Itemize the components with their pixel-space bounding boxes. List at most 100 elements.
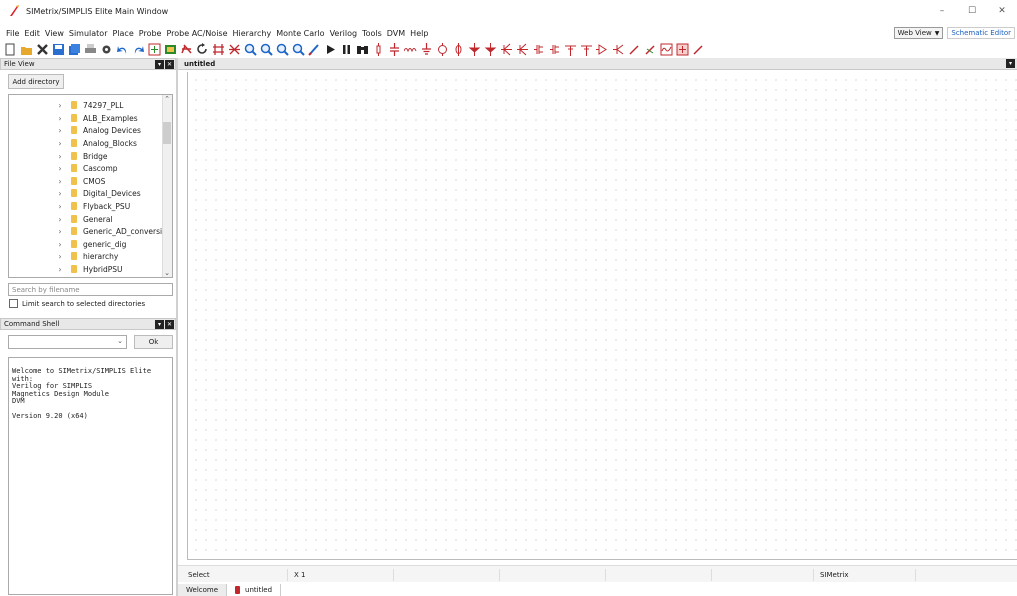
file-tree[interactable]: › 74297_PLL › ALB_Examples › Analog Devices… (8, 94, 173, 278)
menu-simulator[interactable]: Simulator (69, 29, 108, 38)
place-icon[interactable] (147, 42, 161, 56)
tree-item-cmos[interactable]: › CMOS (9, 175, 105, 187)
menu-monte-carlo[interactable]: Monte Carlo (276, 29, 324, 38)
diode-icon[interactable] (451, 42, 465, 56)
panel-splitter[interactable] (176, 58, 178, 596)
inductor-icon[interactable] (403, 42, 417, 56)
scroll-up-icon[interactable]: ⌃ (162, 95, 172, 103)
rotate-icon[interactable] (195, 42, 209, 56)
marker-icon[interactable] (691, 42, 705, 56)
chevron-right-icon[interactable]: › (55, 139, 65, 148)
gate-icon[interactable] (595, 42, 609, 56)
chevron-right-icon[interactable]: › (55, 177, 65, 186)
scroll-thumb[interactable] (163, 122, 171, 144)
resistor-icon[interactable] (371, 42, 385, 56)
maximize-button[interactable]: ☐ (957, 0, 987, 22)
probe-icon[interactable] (307, 42, 321, 56)
nmos-icon[interactable] (483, 42, 497, 56)
web-view-dropdown[interactable]: Web View ▼ (893, 27, 944, 39)
tree-item-alb-examples[interactable]: › ALB_Examples (9, 112, 137, 124)
pen-icon[interactable] (611, 42, 625, 56)
close-window-button[interactable]: ✕ (987, 0, 1017, 22)
add-directory-button[interactable]: Add directory (8, 74, 64, 89)
redo-icon[interactable] (131, 42, 145, 56)
pmos-icon[interactable] (499, 42, 513, 56)
ok-button[interactable]: Ok (134, 335, 173, 349)
capacitor-icon[interactable] (387, 42, 401, 56)
tree-item-generic-dig[interactable]: › generic_dig (9, 238, 126, 250)
npn-icon[interactable] (515, 42, 529, 56)
close-icon[interactable] (35, 42, 49, 56)
tree-item-cascomp[interactable]: › Cascomp (9, 162, 117, 174)
chevron-right-icon[interactable]: › (55, 215, 65, 224)
chevron-right-icon[interactable]: › (55, 189, 65, 198)
power-probe-icon[interactable] (675, 42, 689, 56)
chevron-down-icon[interactable]: ⌄ (117, 337, 123, 345)
tree-item-analog-blocks[interactable]: › Analog_Blocks (9, 137, 136, 149)
zoom-area-icon[interactable] (291, 42, 305, 56)
filename-search-input[interactable]: Search by filename (8, 283, 173, 296)
menu-probe[interactable]: Probe (139, 29, 162, 38)
menu-view[interactable]: View (45, 29, 64, 38)
chevron-right-icon[interactable]: › (55, 101, 65, 110)
ground-icon[interactable] (419, 42, 433, 56)
panel-close-icon[interactable]: ✕ (165, 60, 174, 69)
chevron-right-icon[interactable]: › (55, 265, 65, 274)
find-icon[interactable] (355, 42, 369, 56)
chevron-right-icon[interactable]: › (55, 227, 65, 236)
wire-icon[interactable] (163, 42, 177, 56)
tab-welcome[interactable]: Welcome (178, 584, 228, 596)
panel-close-icon[interactable]: ✕ (165, 320, 174, 329)
schematic-canvas[interactable] (187, 72, 1017, 560)
mirror-icon[interactable] (211, 42, 225, 56)
voltage-probe-icon[interactable] (627, 42, 641, 56)
schematic-editor-button[interactable]: Schematic Editor (947, 27, 1015, 39)
menu-place[interactable]: Place (112, 29, 133, 38)
tree-item-digital-devices[interactable]: › Digital_Devices (9, 187, 140, 199)
minimize-button[interactable]: – (927, 0, 957, 22)
switch-icon[interactable] (579, 42, 593, 56)
tree-item-flyback-psu[interactable]: › Flyback_PSU (9, 200, 130, 212)
ac-probe-icon[interactable] (659, 42, 673, 56)
settings-icon[interactable] (99, 42, 113, 56)
run-icon[interactable] (323, 42, 337, 56)
chevron-right-icon[interactable]: › (55, 240, 65, 249)
new-icon[interactable] (3, 42, 17, 56)
open-icon[interactable] (19, 42, 33, 56)
menu-help[interactable]: Help (410, 29, 428, 38)
tree-item-hierarchy[interactable]: › hierarchy (9, 250, 118, 262)
opamp-icon[interactable] (547, 42, 561, 56)
scroll-down-icon[interactable]: ⌄ (162, 269, 172, 277)
tab-untitled[interactable]: untitled (227, 584, 282, 596)
save-icon[interactable] (51, 42, 65, 56)
save-all-icon[interactable] (67, 42, 81, 56)
command-input[interactable]: ⌄ (8, 335, 127, 349)
chevron-right-icon[interactable]: › (55, 202, 65, 211)
tree-item-74297-pll[interactable]: › 74297_PLL (9, 99, 123, 111)
panel-menu-icon[interactable]: ▾ (155, 320, 164, 329)
comparator-icon[interactable] (563, 42, 577, 56)
chevron-right-icon[interactable]: › (55, 164, 65, 173)
chevron-right-icon[interactable]: › (55, 114, 65, 123)
tree-item-analog-devices[interactable]: › Analog Devices (9, 124, 140, 136)
chevron-right-icon[interactable]: › (55, 252, 65, 261)
zoom-full-icon[interactable] (275, 42, 289, 56)
transistor-icon[interactable] (467, 42, 481, 56)
bus-icon[interactable] (227, 42, 241, 56)
zoom-out-icon[interactable] (259, 42, 273, 56)
menu-verilog[interactable]: Verilog (330, 29, 357, 38)
panel-menu-icon[interactable]: ▾ (155, 60, 164, 69)
delete-icon[interactable] (179, 42, 193, 56)
menu-dvm[interactable]: DVM (387, 29, 405, 38)
pnp-icon[interactable] (531, 42, 545, 56)
tree-item-bridge[interactable]: › Bridge (9, 150, 107, 162)
current-probe-icon[interactable] (643, 42, 657, 56)
print-icon[interactable] (83, 42, 97, 56)
tree-item-hybridpsu[interactable]: › HybridPSU (9, 263, 122, 275)
chevron-right-icon[interactable]: › (55, 152, 65, 161)
menu-probe-ac-noise[interactable]: Probe AC/Noise (166, 29, 227, 38)
tree-item-generic-ad-conversion[interactable]: › Generic_AD_conversi... (9, 225, 169, 237)
editor-menu-icon[interactable]: ▾ (1006, 59, 1015, 68)
zoom-in-icon[interactable] (243, 42, 257, 56)
limit-search-checkbox-row[interactable]: Limit search to selected directories (9, 299, 145, 308)
